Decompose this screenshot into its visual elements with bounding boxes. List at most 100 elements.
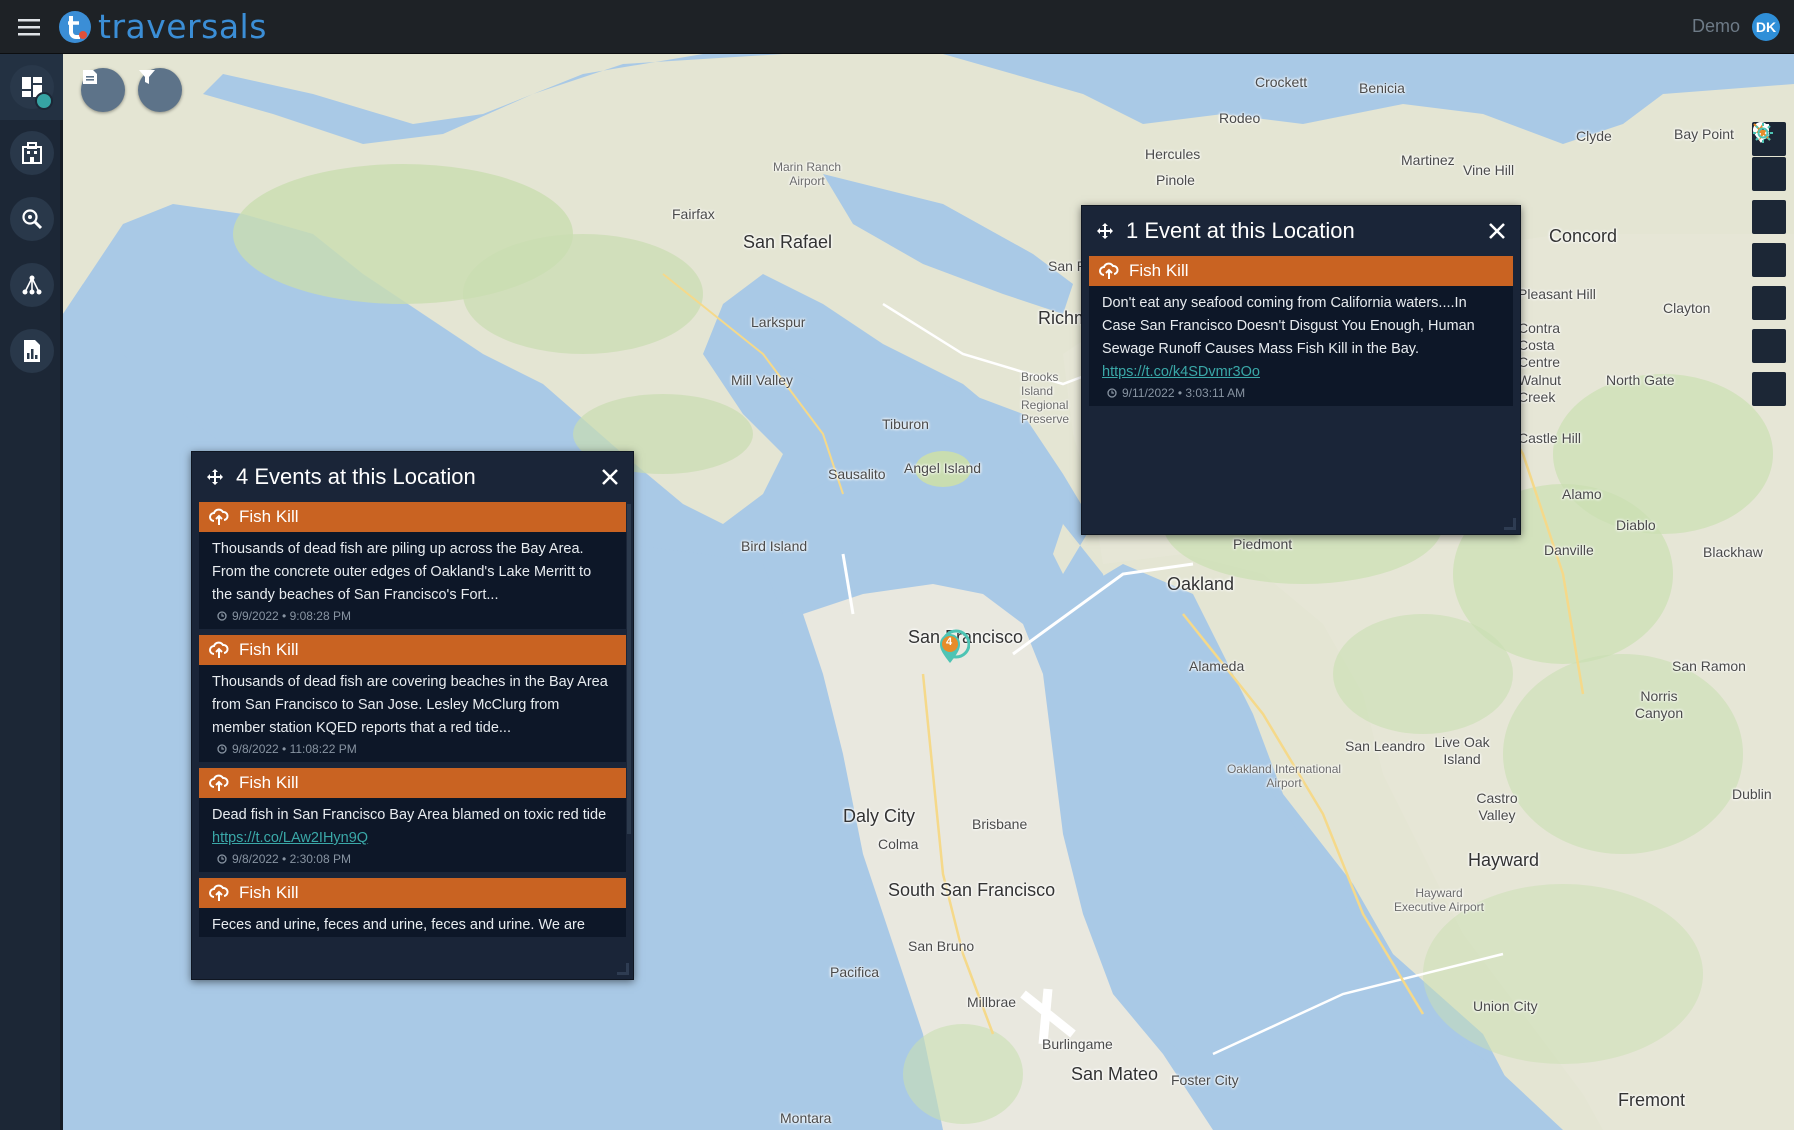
event-time: 9/9/2022 • 9:08:28 PM — [232, 609, 351, 623]
map-label: Bay Point — [1674, 126, 1734, 142]
top-bar: traversals Demo DK — [0, 0, 1794, 54]
map-label: Angel Island — [904, 460, 982, 476]
building-icon — [21, 142, 42, 164]
sidebar-item-dashboard[interactable] — [0, 54, 63, 120]
move-icon[interactable] — [1096, 222, 1114, 240]
map-label: Sausalito — [828, 466, 886, 482]
sidebar-item-network[interactable] — [0, 252, 63, 318]
map-label: Clyde — [1576, 128, 1612, 144]
location-button[interactable] — [1752, 122, 1786, 277]
map-label: Colma — [878, 836, 919, 852]
clock-icon — [217, 854, 227, 864]
event-text: Don't eat any seafood coming from Califo… — [1102, 295, 1475, 357]
zoom-out-button[interactable] — [1752, 129, 1786, 191]
map-label: Millbrae — [967, 994, 1017, 1010]
close-icon[interactable] — [601, 468, 619, 486]
move-icon[interactable] — [206, 468, 224, 486]
map-label: San Bruno — [908, 938, 975, 954]
events-panel-left: 4 Events at this Location Fish Kill Thou… — [191, 451, 634, 980]
map-label: Mill Valley — [731, 372, 793, 388]
event-category: Fish Kill — [239, 883, 299, 902]
cloud-upload-icon — [1099, 262, 1119, 279]
refresh-button[interactable] — [1752, 124, 1786, 320]
map-label: Live Oak Island — [1434, 734, 1490, 767]
document-icon — [83, 70, 97, 84]
map-label: San Ramon — [1672, 658, 1746, 674]
map-controls — [1752, 122, 1786, 415]
event-card[interactable]: Fish Kill Feces and urine, feces and uri… — [199, 878, 626, 937]
cluster-count: 4 — [946, 636, 953, 648]
sun-icon — [1753, 123, 1773, 143]
map-label: Burlingame — [1042, 1036, 1113, 1052]
menu-icon[interactable] — [0, 0, 58, 54]
event-category: Fish Kill — [1129, 261, 1189, 280]
event-text: Thousands of dead fish are piling up acr… — [212, 541, 592, 603]
light-mode-button[interactable] — [1752, 123, 1786, 406]
map-label: Castle Hill — [1518, 430, 1582, 446]
event-link[interactable]: https://t.co/LAw2IHyn9Q — [212, 830, 368, 846]
map-label: Dublin — [1732, 786, 1772, 802]
clock-icon — [217, 611, 227, 621]
map-label: Brisbane — [972, 816, 1028, 832]
map-label: Oakland International Airport — [1226, 762, 1342, 790]
sidebar-item-search[interactable] — [0, 186, 63, 252]
map-label: Contra Costa Centre — [1518, 320, 1561, 370]
logo-icon — [59, 10, 91, 43]
dark-mode-button[interactable] — [1752, 124, 1786, 234]
event-category: Fish Kill — [239, 773, 299, 792]
map-label: Danville — [1544, 542, 1594, 558]
event-list[interactable]: Fish Kill Don't eat any seafood coming f… — [1082, 256, 1520, 412]
event-list[interactable]: Fish Kill Thousands of dead fish are pil… — [192, 502, 633, 947]
event-card[interactable]: Fish Kill Don't eat any seafood coming f… — [1089, 256, 1513, 406]
map-label: Pleasant Hill — [1518, 286, 1596, 302]
report-icon — [23, 340, 40, 362]
map-label: Crockett — [1255, 74, 1308, 90]
event-text: Feces and urine, feces and urine, feces … — [212, 917, 585, 933]
map-label: Pacifica — [830, 964, 880, 980]
map-label: Foster City — [1171, 1072, 1239, 1088]
map-label: Montara — [780, 1110, 832, 1126]
resize-handle[interactable] — [1504, 518, 1516, 530]
map-label: Fremont — [1618, 1090, 1686, 1110]
map-label: Larkspur — [751, 314, 806, 330]
map-label: San Leandro — [1345, 738, 1426, 754]
sidebar-item-reports[interactable] — [0, 318, 63, 384]
event-text: Thousands of dead fish are covering beac… — [212, 674, 608, 736]
panel-title: 1 Event at this Location — [1126, 218, 1355, 243]
notes-button[interactable] — [81, 68, 125, 112]
event-link[interactable]: https://t.co/k4SDvmr3Oo — [1102, 364, 1260, 380]
alerts-toggle-button[interactable] — [1752, 123, 1786, 363]
map-label: Concord — [1549, 226, 1618, 246]
map-label: Fairfax — [672, 206, 715, 222]
avatar[interactable]: DK — [1752, 12, 1780, 41]
cloud-upload-icon — [209, 884, 229, 901]
map-label: Diablo — [1616, 517, 1656, 533]
map-label: Alameda — [1189, 658, 1245, 674]
filter-button[interactable] — [138, 68, 182, 112]
app-name: traversals — [98, 7, 267, 46]
map-label: Clayton — [1663, 300, 1711, 316]
scrollbar[interactable] — [627, 504, 631, 834]
cloud-upload-icon — [209, 774, 229, 791]
map-label: South San Francisco — [888, 880, 1056, 900]
map-label: Rodeo — [1219, 110, 1261, 126]
close-icon[interactable] — [1488, 222, 1506, 240]
map-label: Benicia — [1359, 80, 1405, 96]
sidebar — [0, 54, 63, 1130]
map-label: Pinole — [1156, 172, 1195, 188]
map-label: Marin Ranch Airport — [772, 160, 842, 188]
logo: traversals — [58, 7, 267, 46]
map-label: Hayward Executive Airport — [1393, 886, 1485, 914]
event-card[interactable]: Fish Kill Thousands of dead fish are cov… — [199, 635, 626, 762]
map-label: San Rafael — [743, 232, 833, 252]
clock-icon — [1107, 388, 1117, 398]
map-label: Norris Canyon — [1634, 688, 1684, 721]
map-label: Bird Island — [741, 538, 808, 554]
user-label[interactable]: Demo — [1692, 16, 1740, 37]
event-card[interactable]: Fish Kill Dead fish in San Francisco Bay… — [199, 768, 626, 872]
event-time: 9/11/2022 • 3:03:11 AM — [1122, 386, 1246, 400]
event-card[interactable]: Fish Kill Thousands of dead fish are pil… — [199, 502, 626, 629]
map-label: North Gate — [1606, 372, 1675, 388]
resize-handle[interactable] — [617, 963, 629, 975]
sidebar-item-buildings[interactable] — [0, 120, 63, 186]
